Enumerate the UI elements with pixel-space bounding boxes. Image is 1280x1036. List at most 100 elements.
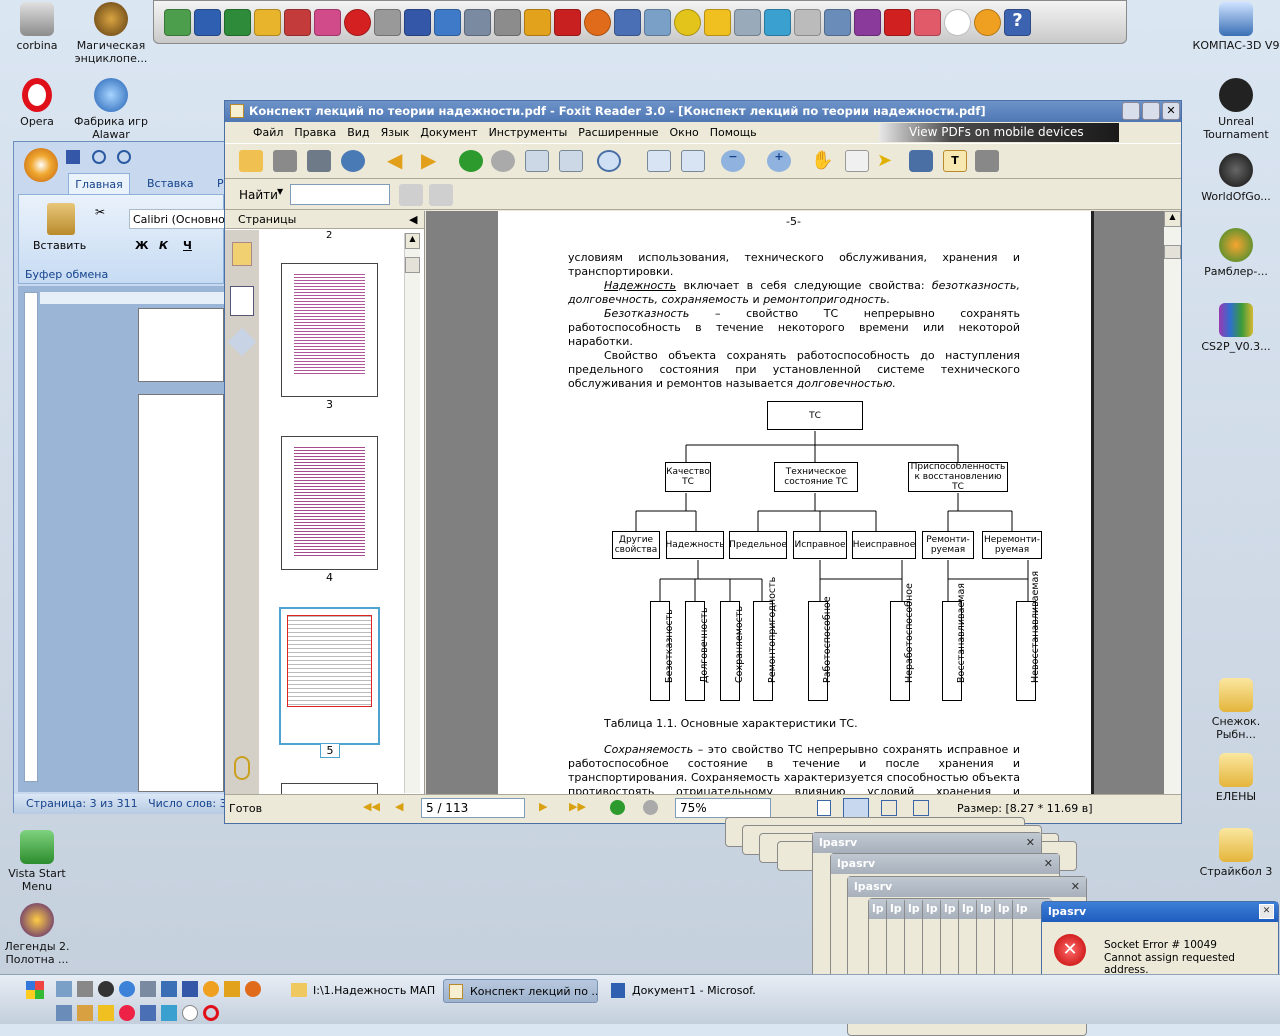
mail-icon[interactable] — [77, 1005, 93, 1021]
notebook-icon[interactable] — [914, 8, 941, 36]
layers-tab-icon[interactable] — [227, 327, 257, 357]
rotate-icon[interactable] — [525, 150, 549, 172]
email-icon[interactable] — [341, 150, 365, 172]
app-icon[interactable] — [164, 8, 191, 36]
access-icon[interactable] — [284, 8, 311, 36]
settings-icon[interactable] — [140, 981, 156, 997]
status-page[interactable]: Страница: 3 из 311 — [26, 797, 138, 810]
messenger-icon[interactable] — [98, 1005, 114, 1021]
bold-button[interactable]: Ж — [135, 239, 148, 252]
desktop-icon-encyclopedia[interactable]: Магическая энциклопе... — [66, 2, 156, 65]
forward-icon[interactable] — [491, 150, 515, 172]
avast-icon[interactable] — [974, 8, 1001, 36]
taskbar-item-folder[interactable]: I:\1.Надежность МАПП — [287, 979, 435, 1003]
desktop-icon[interactable] — [161, 981, 177, 997]
find-previous-icon[interactable] — [399, 184, 423, 206]
collapse-icon[interactable]: ◀ — [409, 213, 417, 226]
cube-icon[interactable] — [644, 8, 671, 36]
desktop-icon-legends[interactable]: Легенды 2. Полотна ... — [0, 903, 82, 966]
underline-button[interactable]: Ч — [183, 239, 192, 252]
menu-language[interactable]: Язык — [381, 126, 410, 139]
bookmarks-tab-icon[interactable] — [232, 242, 252, 266]
clock-icon[interactable] — [944, 8, 971, 36]
chart-icon[interactable] — [161, 1005, 177, 1021]
zoom-plus-icon[interactable]: + — [767, 150, 791, 172]
fit-width-icon[interactable] — [681, 150, 705, 172]
thumbnail-page-3[interactable] — [281, 263, 378, 397]
recycle-bin-icon[interactable] — [794, 8, 821, 36]
pen-icon[interactable] — [434, 8, 461, 36]
history-back-icon[interactable] — [610, 800, 625, 815]
scroll-thumb[interactable] — [1164, 245, 1181, 259]
save-icon[interactable] — [182, 981, 198, 997]
opera-icon[interactable] — [203, 1005, 219, 1021]
menu-help[interactable]: Помощь — [710, 126, 757, 139]
first-page-icon[interactable]: ◀◀ — [363, 800, 380, 813]
camera-icon[interactable] — [975, 150, 999, 172]
tools-icon[interactable] — [77, 981, 93, 997]
shield-icon[interactable] — [824, 8, 851, 36]
maximize-button[interactable] — [1142, 102, 1160, 120]
thumbnail-page-4[interactable] — [281, 436, 378, 570]
scroll-up-icon[interactable]: ▲ — [1164, 211, 1181, 227]
close-button[interactable]: ✕ — [1162, 102, 1180, 120]
menu-file[interactable]: Файл — [253, 126, 283, 139]
pages-tab-icon[interactable] — [230, 286, 254, 316]
cube-icon[interactable] — [56, 981, 72, 997]
close-button[interactable]: ✕ — [1259, 904, 1274, 919]
desktop-icon-worldofgoo[interactable]: WorldOfGo... — [1191, 153, 1280, 203]
office-button[interactable] — [24, 148, 58, 182]
shell-icon[interactable] — [56, 1005, 72, 1021]
open-icon[interactable] — [239, 150, 263, 172]
desktop-icon-unreal[interactable]: Unreal Tournament — [1191, 78, 1280, 141]
document-scrollbar[interactable]: ▲ — [1164, 211, 1181, 794]
find-dropdown-icon[interactable]: ▼ — [277, 187, 283, 196]
font-name-select[interactable]: Calibri (Основной — [129, 209, 225, 229]
undo-icon[interactable] — [91, 150, 106, 164]
firefox-icon[interactable] — [245, 981, 261, 997]
plane-icon[interactable] — [734, 8, 761, 36]
print-icon[interactable] — [307, 150, 331, 172]
text-select-icon[interactable]: T — [943, 150, 967, 172]
menu-view[interactable]: Вид — [347, 126, 369, 139]
menu-edit[interactable]: Правка — [294, 126, 336, 139]
desktop-icon-eleny[interactable]: ЕЛЕНЫ — [1191, 753, 1280, 803]
snapshot-icon[interactable] — [845, 150, 869, 172]
desktop-icon-vista-start[interactable]: Vista Start Menu — [0, 830, 82, 893]
avast-icon[interactable] — [203, 981, 219, 997]
last-page-icon[interactable]: ▶▶ — [569, 800, 586, 813]
chrome-icon[interactable] — [119, 1005, 135, 1021]
excel-icon[interactable] — [224, 8, 251, 36]
paste-button[interactable]: Вставить — [33, 239, 86, 252]
find-icon[interactable] — [909, 150, 933, 172]
tab-insert[interactable]: Вставка — [147, 177, 194, 190]
thumbnail-page-5[interactable] — [279, 607, 380, 745]
save-icon[interactable] — [273, 150, 297, 172]
settings-icon[interactable] — [464, 8, 491, 36]
menu-window[interactable]: Окно — [670, 126, 699, 139]
status-words[interactable]: Число слов: 32 — [148, 797, 234, 810]
fit-page-icon[interactable] — [647, 150, 671, 172]
desktop-icon-rambler[interactable]: Рамблер-... — [1191, 228, 1280, 278]
previous-page-icon[interactable]: ◀ — [387, 150, 411, 172]
close-icon[interactable]: ✕ — [1071, 880, 1080, 893]
ad-banner[interactable]: View PDFs on mobile devices — [879, 123, 1119, 142]
cut-icon[interactable]: ✂ — [95, 205, 105, 219]
zoom-in-icon[interactable] — [597, 150, 621, 172]
help-icon[interactable]: ? — [1004, 8, 1031, 36]
outlook-icon[interactable] — [254, 8, 281, 36]
close-icon[interactable]: ✕ — [1026, 836, 1035, 849]
continuous-facing-icon[interactable] — [913, 800, 929, 816]
firefox-icon[interactable] — [584, 8, 611, 36]
select-tool-icon[interactable]: ➤ — [877, 150, 901, 172]
desktop-icon-kompas[interactable]: КОМПАС-3D V9 — [1191, 2, 1280, 52]
acrobat-icon[interactable] — [554, 8, 581, 36]
taskbar-item-foxit[interactable]: Конспект лекций по ... — [443, 979, 598, 1003]
tab-more[interactable]: Р — [217, 177, 224, 190]
prev-page-icon[interactable]: ◀ — [395, 800, 403, 813]
desktop-icon-cs2p[interactable]: CS2P_V0.3... — [1191, 303, 1280, 353]
save-icon[interactable] — [404, 8, 431, 36]
tool-icon[interactable] — [374, 8, 401, 36]
back-icon[interactable] — [459, 150, 483, 172]
next-page-icon[interactable]: ▶ — [539, 800, 547, 813]
